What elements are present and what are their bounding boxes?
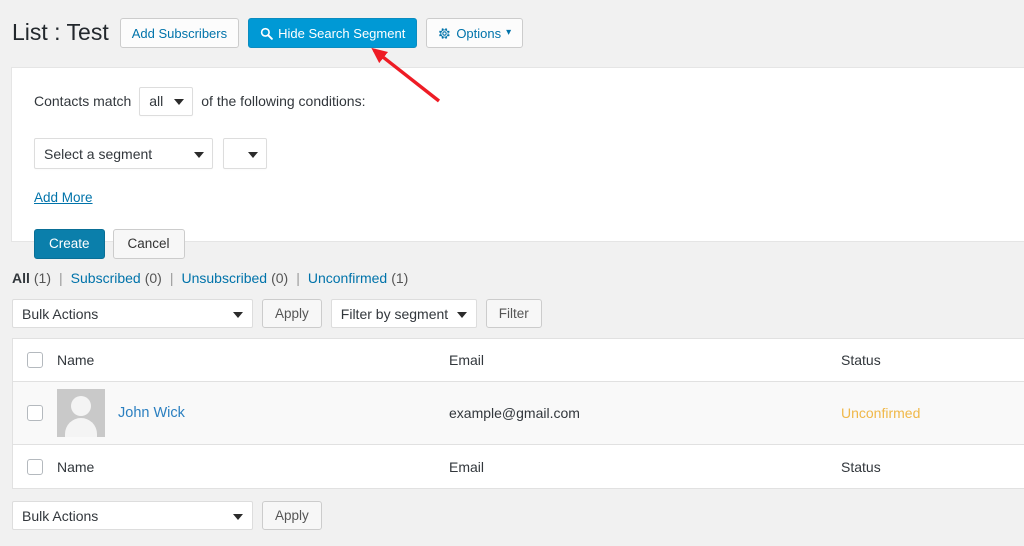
- segment-actions: Create Cancel: [34, 229, 1004, 259]
- row-select-cell: [13, 405, 57, 421]
- options-label: Options: [456, 25, 502, 41]
- separator: |: [59, 270, 63, 286]
- column-header-name-top[interactable]: Name: [57, 352, 449, 368]
- status-link-all[interactable]: All: [12, 270, 30, 286]
- match-type-select[interactable]: all: [139, 86, 194, 116]
- search-icon: [260, 27, 273, 40]
- default-avatar-icon: [57, 389, 105, 437]
- status-count-subscribed: (0): [144, 270, 162, 286]
- filter-by-segment-value: Filter by segment: [340, 305, 449, 322]
- column-header-email-top[interactable]: Email: [449, 352, 841, 368]
- cancel-label: Cancel: [127, 236, 170, 252]
- create-label: Create: [49, 236, 90, 252]
- separator: |: [169, 270, 174, 286]
- conditions-match-line: Contacts match all of the following cond…: [23, 86, 1004, 116]
- status-count-all: (1): [33, 270, 52, 286]
- select-all-checkbox-top[interactable]: [27, 352, 43, 368]
- add-subscribers-button[interactable]: Add Subscribers: [119, 18, 240, 48]
- gear-icon: [438, 27, 451, 40]
- filter-label: Filter: [498, 305, 529, 321]
- filter-by-segment-select[interactable]: Filter by segment: [330, 299, 477, 328]
- following-conditions-label: of the following conditions:: [201, 93, 366, 109]
- apply-button-bottom[interactable]: Apply: [262, 501, 322, 530]
- search-segment-panel: Contacts match all of the following cond…: [11, 67, 1024, 259]
- status-link-unconfirmed[interactable]: Unconfirmed: [308, 270, 387, 286]
- chevron-down-icon: [194, 151, 204, 158]
- chevron-down-icon: [233, 513, 243, 520]
- apply-label-top: Apply: [275, 305, 309, 321]
- bulk-actions-value-top: Bulk Actions: [22, 305, 99, 322]
- condition-row: Select a segment: [34, 138, 1004, 169]
- column-header-status-bottom[interactable]: Status: [841, 459, 1024, 475]
- cell-name: John Wick: [57, 389, 449, 437]
- add-more-link[interactable]: Add More: [34, 190, 93, 205]
- add-subscribers-label: Add Subscribers: [131, 25, 228, 41]
- segment-select-value: Select a segment: [44, 145, 153, 162]
- row-checkbox[interactable]: [27, 405, 43, 421]
- status-link-subscribed[interactable]: Subscribed: [71, 270, 141, 286]
- chevron-down-icon: [233, 311, 243, 318]
- subscribers-table: Name Email Status John Wick example@gmai…: [12, 338, 1024, 489]
- apply-label-bottom: Apply: [275, 507, 309, 523]
- select-all-cell-top: [13, 352, 57, 368]
- tablenav-bottom: Bulk Actions Apply: [12, 501, 1024, 530]
- cell-email: example@gmail.com: [449, 405, 580, 421]
- table-header-row: Name Email Status: [13, 339, 1024, 382]
- column-header-status-top[interactable]: Status: [841, 352, 1024, 368]
- bulk-actions-select-bottom[interactable]: Bulk Actions: [12, 501, 253, 530]
- subscriber-name-link[interactable]: John Wick: [118, 405, 185, 421]
- table-footer-row: Name Email Status: [13, 445, 1024, 488]
- hide-search-segment-button[interactable]: Hide Search Segment: [248, 18, 418, 48]
- chevron-down-icon: ▾: [506, 27, 512, 38]
- select-all-checkbox-bottom[interactable]: [27, 458, 43, 475]
- chevron-down-icon: [248, 151, 258, 158]
- column-header-email-bottom[interactable]: Email: [449, 459, 841, 475]
- status-badge: Unconfirmed: [841, 405, 921, 421]
- separator: |: [296, 270, 300, 286]
- status-filter-links: All (1) | Subscribed (0) | Unsubscribed …: [12, 270, 1024, 286]
- create-button[interactable]: Create: [34, 229, 105, 259]
- page-header: List : Test Add Subscribers Hide Search …: [0, 0, 1024, 66]
- bulk-actions-value-bottom: Bulk Actions: [22, 507, 99, 524]
- chevron-down-icon: [456, 311, 467, 318]
- status-count-unconfirmed: (1): [391, 270, 409, 286]
- status-count-unsubscribed: (0): [271, 270, 289, 286]
- column-header-name-bottom[interactable]: Name: [57, 459, 449, 475]
- options-button[interactable]: Options ▾: [426, 18, 524, 48]
- table-row: John Wick example@gmail.com Unconfirmed: [13, 382, 1024, 445]
- select-all-cell-bottom: [13, 458, 57, 475]
- apply-button-top[interactable]: Apply: [262, 299, 322, 328]
- tablenav-top: Bulk Actions Apply Filter by segment Fil…: [12, 299, 1024, 328]
- filter-button[interactable]: Filter: [485, 299, 542, 328]
- chevron-down-icon: [174, 99, 185, 105]
- contacts-match-label: Contacts match: [34, 93, 132, 109]
- hide-search-segment-label: Hide Search Segment: [278, 25, 406, 41]
- bulk-actions-select-top[interactable]: Bulk Actions: [12, 299, 253, 328]
- segment-operator-select[interactable]: [223, 138, 267, 169]
- cancel-button[interactable]: Cancel: [112, 229, 185, 259]
- avatar-head: [71, 396, 91, 416]
- match-type-value: all: [149, 93, 164, 109]
- status-link-unsubscribed[interactable]: Unsubscribed: [181, 270, 267, 286]
- avatar-body: [65, 418, 97, 437]
- segment-select[interactable]: Select a segment: [34, 138, 213, 169]
- page-title: List : Test: [12, 19, 109, 46]
